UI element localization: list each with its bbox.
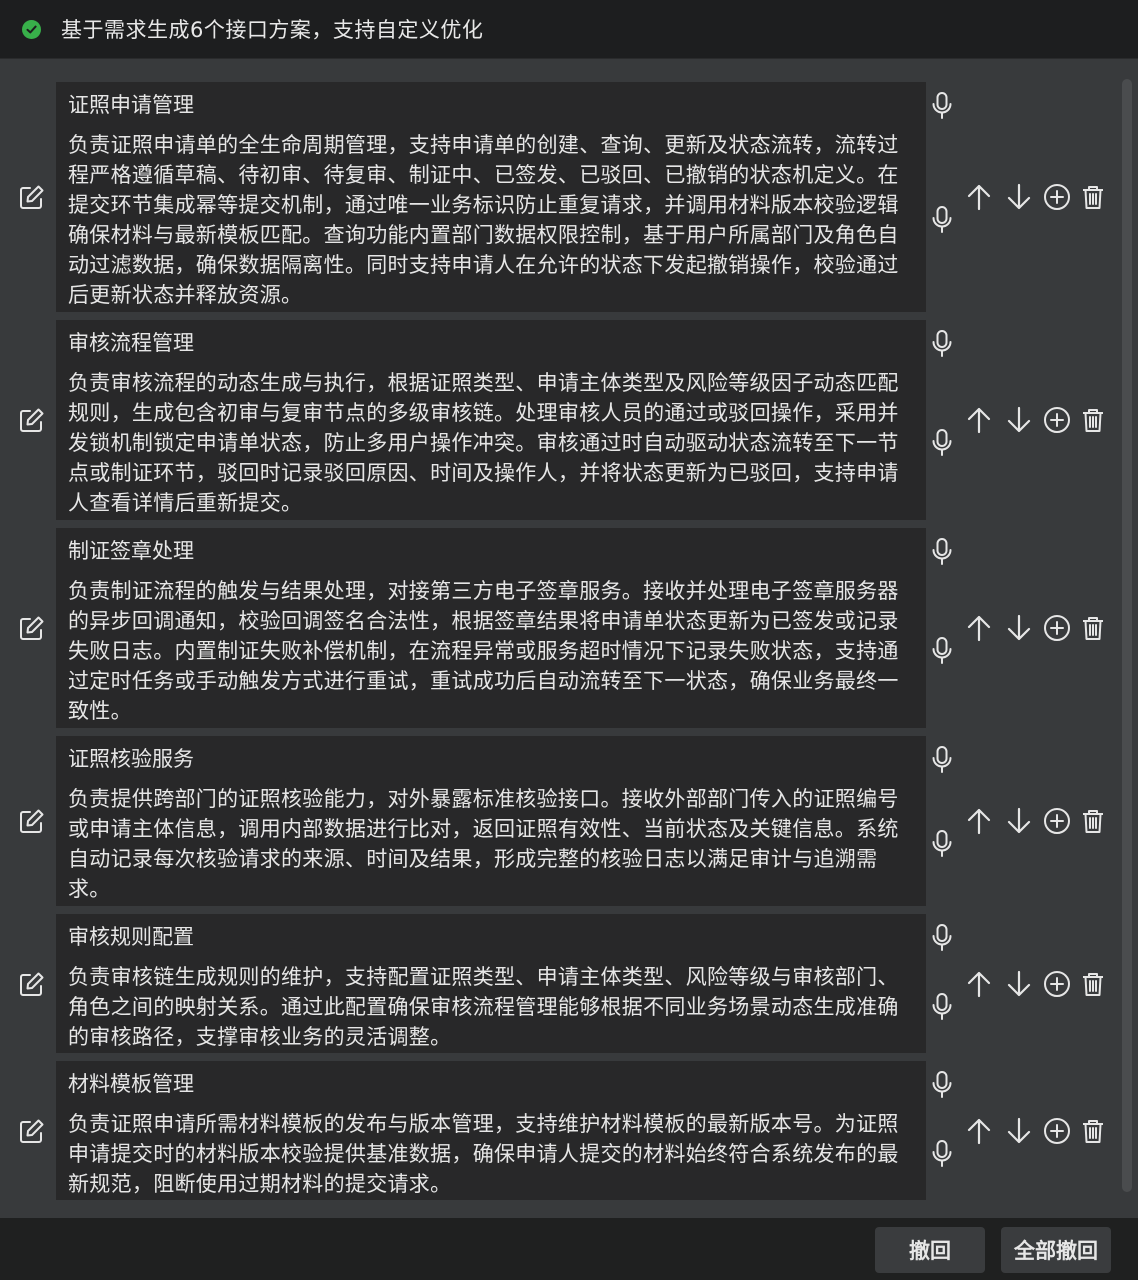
scrollbar[interactable] — [1122, 79, 1132, 1192]
check-circle-icon — [22, 19, 41, 39]
description-mic-icon[interactable] — [929, 636, 955, 666]
title-mic-icon[interactable] — [929, 1070, 955, 1100]
plan-card: 审核流程管理负责审核流程的动态生成与执行，根据证照类型、申请主体类型及风险等级因… — [56, 320, 926, 520]
add-circle-icon[interactable] — [1042, 806, 1072, 836]
edit-icon[interactable] — [17, 969, 47, 999]
plan-description[interactable]: 负责制证流程的触发与结果处理，对接第三方电子签章服务。接收并处理电子签章服务器的… — [68, 576, 914, 726]
header-title: 基于需求生成6个接口方案，支持自定义优化 — [61, 18, 484, 42]
plan-card: 证照核验服务负责提供跨部门的证照核验能力，对外暴露标准核验接口。接收外部部门传入… — [56, 736, 926, 906]
header-bar: 基于需求生成6个接口方案，支持自定义优化 — [0, 0, 1138, 58]
move-down-icon[interactable] — [1004, 613, 1034, 643]
plan-card: 材料模板管理负责证照申请所需材料模板的发布与版本管理，支持维护材料模板的最新版本… — [56, 1061, 926, 1200]
move-up-icon[interactable] — [964, 969, 994, 999]
delete-trash-icon[interactable] — [1078, 1116, 1108, 1146]
add-circle-icon[interactable] — [1042, 969, 1072, 999]
plan-title[interactable]: 审核规则配置 — [68, 922, 914, 958]
title-mic-icon[interactable] — [929, 923, 955, 953]
move-down-icon[interactable] — [1004, 806, 1034, 836]
edit-icon[interactable] — [17, 806, 47, 836]
description-mic-icon[interactable] — [929, 205, 955, 235]
edit-icon[interactable] — [17, 182, 47, 212]
plan-title[interactable]: 材料模板管理 — [68, 1069, 914, 1105]
plan-title[interactable]: 制证签章处理 — [68, 536, 914, 572]
move-down-icon[interactable] — [1004, 1116, 1034, 1146]
move-down-icon[interactable] — [1004, 969, 1034, 999]
move-up-icon[interactable] — [964, 182, 994, 212]
description-mic-icon[interactable] — [929, 1139, 955, 1169]
title-mic-icon[interactable] — [929, 329, 955, 359]
edit-icon[interactable] — [17, 1116, 47, 1146]
plan-description[interactable]: 负责提供跨部门的证照核验能力，对外暴露标准核验接口。接收外部部门传入的证照编号或… — [68, 784, 914, 904]
title-mic-icon[interactable] — [929, 91, 955, 121]
add-circle-icon[interactable] — [1042, 182, 1072, 212]
plan-card: 证照申请管理负责证照申请单的全生命周期管理，支持申请单的创建、查询、更新及状态流… — [56, 82, 926, 312]
add-circle-icon[interactable] — [1042, 613, 1072, 643]
move-down-icon[interactable] — [1004, 405, 1034, 435]
delete-trash-icon[interactable] — [1078, 182, 1108, 212]
plan-description[interactable]: 负责审核流程的动态生成与执行，根据证照类型、申请主体类型及风险等级因子动态匹配规… — [68, 368, 914, 518]
add-circle-icon[interactable] — [1042, 405, 1072, 435]
move-up-icon[interactable] — [964, 806, 994, 836]
plan-card: 制证签章处理负责制证流程的触发与结果处理，对接第三方电子签章服务。接收并处理电子… — [56, 528, 926, 728]
description-mic-icon[interactable] — [929, 992, 955, 1022]
edit-icon[interactable] — [17, 405, 47, 435]
title-mic-icon[interactable] — [929, 537, 955, 567]
delete-trash-icon[interactable] — [1078, 405, 1108, 435]
plan-title[interactable]: 证照核验服务 — [68, 744, 914, 780]
title-mic-icon[interactable] — [929, 745, 955, 775]
delete-trash-icon[interactable] — [1078, 806, 1108, 836]
add-circle-icon[interactable] — [1042, 1116, 1072, 1146]
description-mic-icon[interactable] — [929, 829, 955, 859]
edit-icon[interactable] — [17, 613, 47, 643]
undo-all-button[interactable]: 全部撤回 — [1001, 1227, 1111, 1273]
description-mic-icon[interactable] — [929, 428, 955, 458]
move-up-icon[interactable] — [964, 405, 994, 435]
plan-description[interactable]: 负责证照申请单的全生命周期管理，支持申请单的创建、查询、更新及状态流转，流转过程… — [68, 130, 914, 310]
plan-title[interactable]: 审核流程管理 — [68, 328, 914, 364]
move-up-icon[interactable] — [964, 613, 994, 643]
delete-trash-icon[interactable] — [1078, 613, 1108, 643]
delete-trash-icon[interactable] — [1078, 969, 1108, 999]
footer-bar: 撤回 全部撤回 — [0, 1218, 1138, 1280]
plan-card: 审核规则配置负责审核链生成规则的维护，支持配置证照类型、申请主体类型、风险等级与… — [56, 914, 926, 1053]
plan-description[interactable]: 负责审核链生成规则的维护，支持配置证照类型、申请主体类型、风险等级与审核部门、角… — [68, 962, 914, 1052]
undo-button[interactable]: 撤回 — [875, 1227, 985, 1273]
move-up-icon[interactable] — [964, 1116, 994, 1146]
plan-description[interactable]: 负责证照申请所需材料模板的发布与版本管理，支持维护材料模板的最新版本号。为证照申… — [68, 1109, 914, 1199]
move-down-icon[interactable] — [1004, 182, 1034, 212]
plan-title[interactable]: 证照申请管理 — [68, 90, 914, 126]
